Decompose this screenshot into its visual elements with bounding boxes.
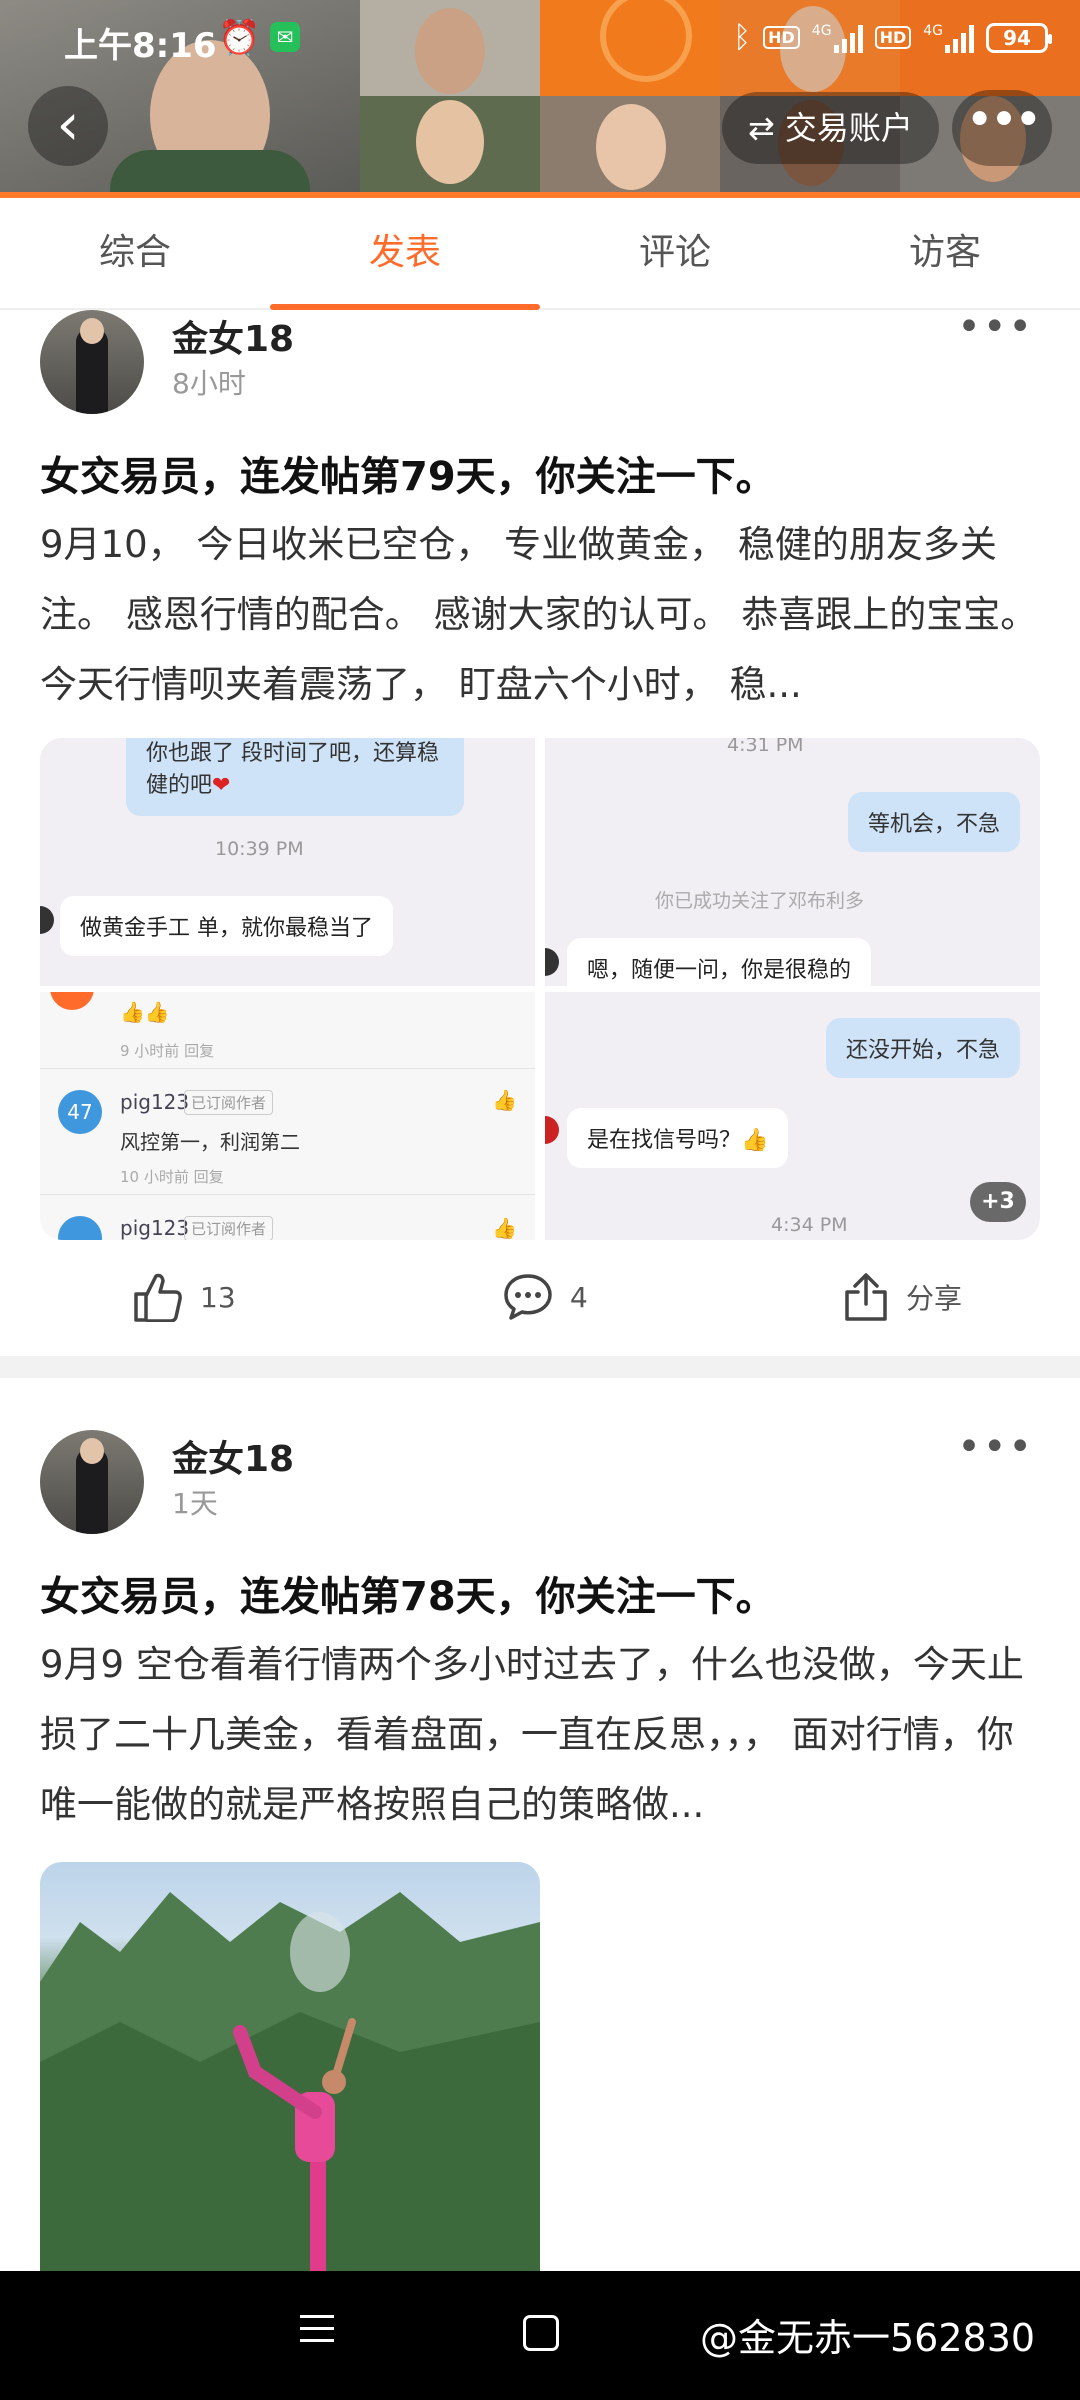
chat-timestamp: 4:34 PM <box>771 1214 848 1236</box>
avatar[interactable] <box>40 310 144 414</box>
menu-lines-icon[interactable] <box>300 2315 334 2351</box>
alarm-clock-icon: ⏰ <box>218 18 261 58</box>
chat-bubble: 做黄金手工 单，就你最稳当了 <box>60 896 393 956</box>
chat-bubble: 是在找信号吗？👍 <box>567 1108 789 1168</box>
more-options-button[interactable]: ••• <box>952 90 1052 166</box>
chat-bubble: 等机会，不急 <box>847 792 1020 852</box>
post-image-3[interactable]: 👍👍 9 小时前 回复 47 pig123 已订阅作者 👍 风控第一，利润第二 … <box>40 992 535 1240</box>
chat-bubble: 还没开始，不急 <box>825 1018 1020 1078</box>
chat-avatar <box>545 948 559 976</box>
hd-label-2: HD <box>874 26 912 49</box>
post-image[interactable] <box>40 1862 540 2282</box>
more-dots-icon[interactable]: ••• <box>957 304 1034 350</box>
tab-bar: 综合 发表 评论 访客 <box>0 198 1080 310</box>
post-body[interactable]: 9月9 空仓看着行情两个多小时过去了，什么也没做，今天止损了二十几美金，看着盘面… <box>40 1630 1040 1840</box>
hd-label-1: HD <box>763 26 800 49</box>
tab-comments[interactable]: 评论 <box>540 198 810 308</box>
post-time: 8小时 <box>172 367 246 400</box>
commenter-name: pig123 <box>120 1216 190 1240</box>
comment-meta: 10 小时前 回复 <box>120 1168 224 1186</box>
share-label: 分享 <box>906 1282 963 1315</box>
thumbs-up-icon <box>134 1273 182 1322</box>
chat-avatar <box>40 906 54 934</box>
post-author[interactable]: 金女18 <box>172 1430 294 1482</box>
cover-photo-3 <box>360 96 540 198</box>
comment-text: 👍👍 <box>120 1000 170 1024</box>
signal-icon-2: 4G <box>923 23 974 53</box>
like-button[interactable]: 13 <box>132 1272 236 1322</box>
wechat-icon: ✉ <box>270 22 300 52</box>
post-time: 1天 <box>172 1487 218 1520</box>
post-image-4[interactable]: 还没开始，不急 是在找信号吗？👍 4:34 PM +3 <box>545 992 1040 1240</box>
more-dots-icon[interactable]: ••• <box>957 1424 1034 1470</box>
subscriber-tag: 已订阅作者 <box>184 1090 274 1115</box>
heart-icon: ❤ <box>212 773 231 798</box>
system-navigation-bar: @金无赤一562830 <box>0 2271 1080 2400</box>
post-image-1[interactable]: 你也跟了 段时间了吧，还算稳健的吧❤ 10:39 PM 做黄金手工 单，就你最稳… <box>40 738 535 986</box>
post-title[interactable]: 女交易员，连发帖第79天，你关注一下。 <box>40 444 1040 502</box>
share-button[interactable]: 分享 <box>842 1272 962 1322</box>
more-dots-icon: ••• <box>965 92 1043 148</box>
thumbs-up-icon: 👍 <box>492 1216 517 1240</box>
comment-count: 4 <box>570 1280 588 1314</box>
user-badge: 47 <box>58 1090 102 1134</box>
chevron-left-icon: ‹ <box>56 90 80 158</box>
status-time: 上午8:16 <box>64 26 217 66</box>
chat-system-message: 你已成功关注了邓布利多 <box>655 890 865 912</box>
thumbs-up-icon: 👍 <box>492 1088 517 1112</box>
swap-arrows-icon: ⇄ <box>748 109 775 147</box>
chat-timestamp: 10:39 PM <box>215 838 304 860</box>
watermark: @金无赤一562830 <box>700 2316 1036 2360</box>
post-title[interactable]: 女交易员，连发帖第78天，你关注一下。 <box>40 1564 1040 1622</box>
tab-overview[interactable]: 综合 <box>0 198 270 308</box>
commenter-name: pig123 <box>120 1090 190 1114</box>
chat-bubble: 你也跟了 段时间了吧，还算稳健的吧❤ <box>126 738 464 816</box>
subscriber-tag: 已订阅作者 <box>184 1216 274 1240</box>
trade-account-label: 交易账户 <box>784 109 913 147</box>
tab-posts[interactable]: 发表 <box>270 198 540 310</box>
user-badge <box>58 1216 102 1240</box>
post-card[interactable]: 金女18 1天 ••• 女交易员，连发帖第78天，你关注一下。 9月9 空仓看着… <box>0 1424 1080 2282</box>
comment-meta: 9 小时前 回复 <box>120 1042 215 1060</box>
share-icon <box>845 1273 887 1321</box>
post-card[interactable]: 金女18 8小时 ••• 女交易员，连发帖第79天，你关注一下。 9月10， 今… <box>0 304 1080 1360</box>
trade-account-button[interactable]: ⇄ 交易账户 <box>722 92 939 164</box>
post-actions: 13 4 分享 <box>0 1252 1080 1342</box>
cover-photo-5 <box>540 96 720 198</box>
back-button[interactable]: ‹ <box>28 86 108 166</box>
mountain-yoga-photo <box>40 1892 540 2282</box>
tab-visitors[interactable]: 访客 <box>810 198 1080 308</box>
chat-bubble: 嗯，随便一问，你是很稳的 <box>567 938 872 986</box>
status-icons: ᛒ HD 4G HD 4G 94 <box>733 20 1052 55</box>
comment-bubble-icon <box>504 1274 552 1320</box>
profile-header: 上午8:16 ⏰ ✉ ᛒ HD 4G HD 4G 94 ‹ ⇄ 交易账户 ••• <box>0 0 1080 198</box>
comment-button[interactable]: 4 <box>502 1272 588 1322</box>
avatar[interactable] <box>40 1430 144 1534</box>
post-body[interactable]: 9月10， 今日收米已空仓， 专业做黄金， 稳健的朋友多关注。 感恩行情的配合。… <box>40 510 1040 720</box>
comment-text: 风控第一，利润第二 <box>120 1130 300 1154</box>
more-images-badge[interactable]: +3 <box>970 1182 1026 1222</box>
home-square-icon[interactable] <box>523 2315 559 2351</box>
post-separator <box>0 1356 1080 1378</box>
chat-timestamp: 4:31 PM <box>727 738 804 756</box>
like-count: 13 <box>200 1280 236 1314</box>
post-image-2[interactable]: 4:31 PM 等机会，不急 你已成功关注了邓布利多 嗯，随便一问，你是很稳的 <box>545 738 1040 986</box>
post-author[interactable]: 金女18 <box>172 310 294 362</box>
chat-avatar <box>545 1116 559 1144</box>
signal-icon-1: 4G <box>812 23 863 53</box>
bluetooth-icon: ᛒ <box>733 20 752 55</box>
status-bar: 上午8:16 ⏰ ✉ ᛒ HD 4G HD 4G 94 <box>0 0 1080 80</box>
user-badge <box>50 992 94 1010</box>
battery-icon: 94 <box>986 22 1052 53</box>
post-image-grid: 你也跟了 段时间了吧，还算稳健的吧❤ 10:39 PM 做黄金手工 单，就你最稳… <box>40 738 1040 1240</box>
